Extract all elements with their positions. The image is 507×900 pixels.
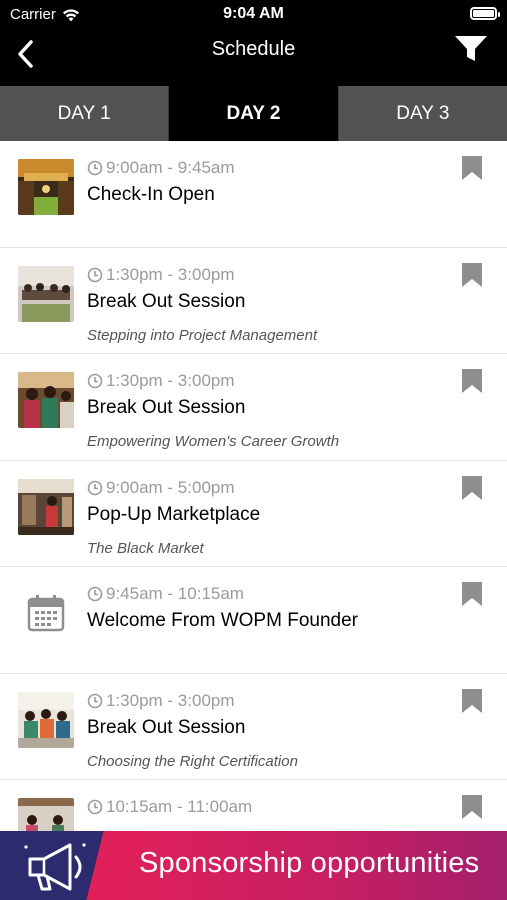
- clock-icon: [87, 373, 103, 389]
- session-time: 1:30pm - 3:00pm: [87, 371, 235, 391]
- bookmark-icon[interactable]: [461, 155, 483, 181]
- session-subtitle: Empowering Women's Career Growth: [87, 433, 340, 450]
- sponsorship-banner[interactable]: Sponsorship opportunities: [0, 831, 507, 900]
- tab-day-2[interactable]: DAY 2: [169, 86, 339, 141]
- day-tabs: DAY 1 DAY 2 DAY 3: [0, 86, 507, 141]
- bookmark-icon[interactable]: [461, 688, 483, 714]
- status-bar: Carrier 9:04 AM: [0, 0, 507, 28]
- session-time-text: 9:45am - 10:15am: [106, 584, 244, 603]
- session-row[interactable]: 9:00am - 9:45am Check-In Open: [0, 141, 507, 248]
- clock-icon: [87, 160, 103, 176]
- session-subtitle: Stepping into Project Management: [87, 326, 318, 344]
- session-thumbnail: [18, 798, 74, 831]
- session-thumbnail: [18, 265, 74, 322]
- session-time: 10:15am - 11:00am: [87, 797, 252, 817]
- session-time-text: 9:00am - 9:45am: [106, 158, 235, 177]
- megaphone-icon: [24, 843, 86, 891]
- filter-button[interactable]: [453, 31, 489, 65]
- session-time-text: 10:15am - 11:00am: [106, 797, 253, 816]
- clock-icon: [87, 267, 103, 282]
- session-title: Pop-Up Marketplace: [87, 503, 261, 525]
- clock-icon: [87, 480, 103, 495]
- bookmark-icon[interactable]: [461, 475, 483, 501]
- banner-text: Sponsorship opportunities: [139, 847, 480, 879]
- session-title: Break Out Session: [87, 290, 246, 312]
- calendar-icon: [18, 585, 74, 641]
- session-title: Break Out Session: [87, 716, 246, 738]
- nav-bar: Schedule: [0, 28, 507, 86]
- session-title: Break Out Session: [87, 397, 246, 418]
- clock-icon: [87, 693, 103, 708]
- page-title: Schedule: [211, 38, 296, 60]
- session-time: 9:00am - 9:45am: [87, 158, 235, 178]
- session-row[interactable]: 9:45am - 10:15am Welcome From WOPM Found…: [0, 567, 507, 674]
- session-row[interactable]: 1:30pm - 3:00pm Break Out Session Steppi…: [0, 247, 507, 354]
- session-time-text: 1:30pm - 3:00pm: [106, 371, 235, 390]
- session-time-text: 1:30pm - 3:00pm: [106, 690, 235, 710]
- session-time: 9:45am - 10:15am: [87, 584, 244, 604]
- bookmark-icon[interactable]: [461, 581, 483, 607]
- battery-icon: [470, 7, 500, 20]
- session-row[interactable]: 1:30pm - 3:00pm Break Out Session Empowe…: [0, 354, 507, 461]
- session-thumbnail: [18, 478, 74, 535]
- session-time: 1:30pm - 3:00pm: [87, 691, 235, 711]
- session-time: 1:30pm - 3:00pm: [87, 265, 235, 285]
- session-thumbnail: [18, 159, 74, 215]
- session-row[interactable]: 10:15am - 11:00am: [0, 780, 507, 831]
- tab-day-3[interactable]: DAY 3: [338, 86, 507, 141]
- clock-icon: [87, 799, 103, 815]
- session-time-text: 9:00am - 5:00pm: [106, 477, 235, 497]
- session-subtitle: The Black Market: [87, 539, 204, 557]
- session-thumbnail: [18, 691, 74, 748]
- session-title: Check-In Open: [87, 184, 215, 205]
- session-time: 9:00am - 5:00pm: [87, 478, 235, 498]
- session-time-text: 1:30pm - 3:00pm: [106, 264, 235, 284]
- session-row[interactable]: 9:00am - 5:00pm Pop-Up Marketplace The B…: [0, 460, 507, 567]
- session-subtitle: Choosing the Right Certification: [87, 752, 298, 770]
- session-row[interactable]: 1:30pm - 3:00pm Break Out Session Choosi…: [0, 673, 507, 780]
- session-thumbnail: [18, 372, 74, 428]
- session-list: 9:00am - 9:45am Check-In Open 1:30pm - 3…: [0, 141, 507, 831]
- bookmark-icon[interactable]: [461, 794, 483, 820]
- filter-icon: [455, 36, 487, 61]
- tab-day-1[interactable]: DAY 1: [0, 86, 170, 141]
- bookmark-icon[interactable]: [461, 368, 483, 394]
- session-title: Welcome From WOPM Founder: [87, 610, 358, 631]
- clock-icon: [87, 586, 103, 602]
- bookmark-icon[interactable]: [461, 262, 483, 288]
- status-time: 9:04 AM: [223, 5, 284, 22]
